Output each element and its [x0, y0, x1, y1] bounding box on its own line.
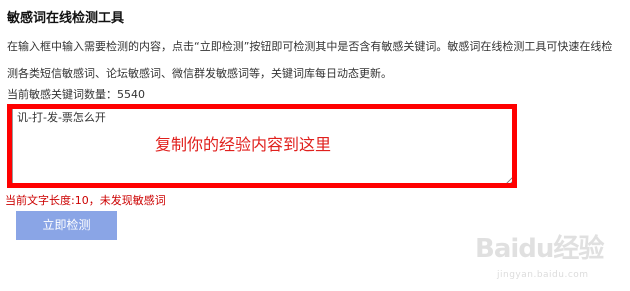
keyword-count: 当前敏感关键词数量：5540	[7, 88, 145, 101]
annotation-text: 复制你的经验内容到这里	[155, 135, 332, 154]
watermark: Baidu经验 jingyan.baidu.com	[475, 228, 625, 288]
page: 敏感词在线检测工具 在输入框中输入需要检测的内容，点击“立即检测”按钮即可检测其…	[0, 0, 630, 291]
watermark-logo: Baidu经验	[475, 234, 604, 264]
check-button[interactable]: 立即检测	[16, 211, 117, 240]
status-text: 当前文字长度:10，未发现敏感词	[5, 194, 166, 207]
page-title: 敏感词在线检测工具	[7, 11, 125, 26]
resize-handle[interactable]	[505, 177, 513, 185]
watermark-site: jingyan.baidu.com	[497, 270, 589, 280]
tool-description: 在输入框中输入需要检测的内容，点击“立即检测”按钮即可检测其中是否含有敏感关键词…	[7, 40, 613, 80]
